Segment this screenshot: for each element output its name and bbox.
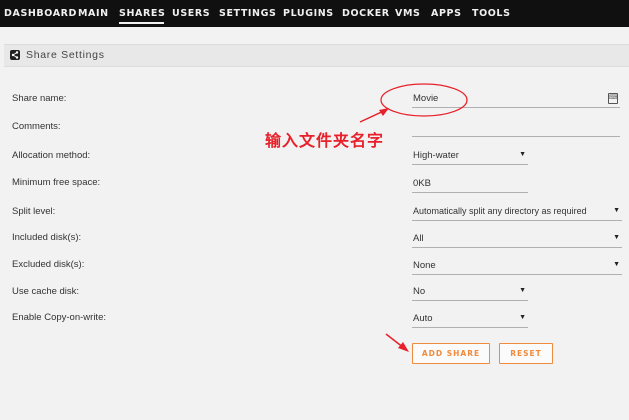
annotation-circle <box>380 83 468 117</box>
annotation-text: 输入文件夹名字 <box>265 131 385 150</box>
annotation-arrowhead-1 <box>379 108 389 116</box>
annotation-overlay <box>359 83 468 352</box>
annotation-arrowhead-2 <box>398 342 409 352</box>
